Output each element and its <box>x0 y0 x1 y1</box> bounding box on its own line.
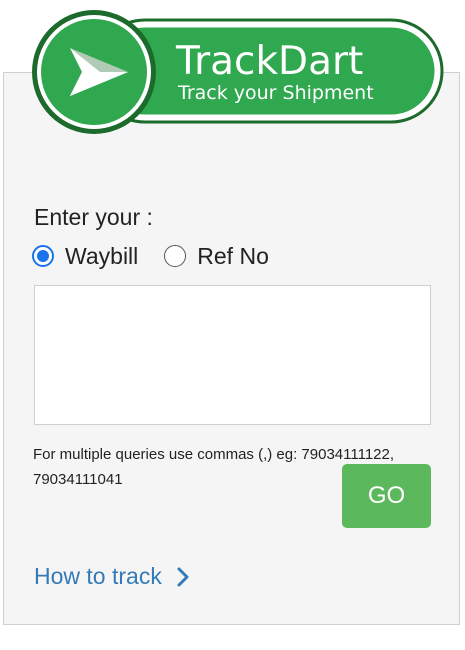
query-type-group: Waybill Ref No <box>32 240 269 272</box>
tracking-number-input[interactable] <box>34 285 431 425</box>
go-button[interactable]: GO <box>342 464 431 528</box>
logo-tagline: Track your Shipment <box>177 82 374 104</box>
radio-waybill-indicator[interactable] <box>32 245 54 267</box>
chevron-right-icon <box>177 567 189 586</box>
enter-your-label: Enter your : <box>34 204 153 230</box>
radio-ref-no-indicator[interactable] <box>164 245 187 267</box>
trackdart-logo: TrackDart Track your Shipment <box>32 10 444 134</box>
how-to-track-link[interactable]: How to track <box>34 563 190 590</box>
radio-waybill-label: Waybill <box>65 242 139 269</box>
radio-waybill[interactable]: Waybill <box>32 243 138 270</box>
logo-brand: TrackDart <box>175 39 363 84</box>
radio-ref-no-label: Ref No <box>197 242 269 269</box>
radio-ref-no[interactable]: Ref No <box>164 243 269 270</box>
how-to-track-label: How to track <box>34 563 162 589</box>
